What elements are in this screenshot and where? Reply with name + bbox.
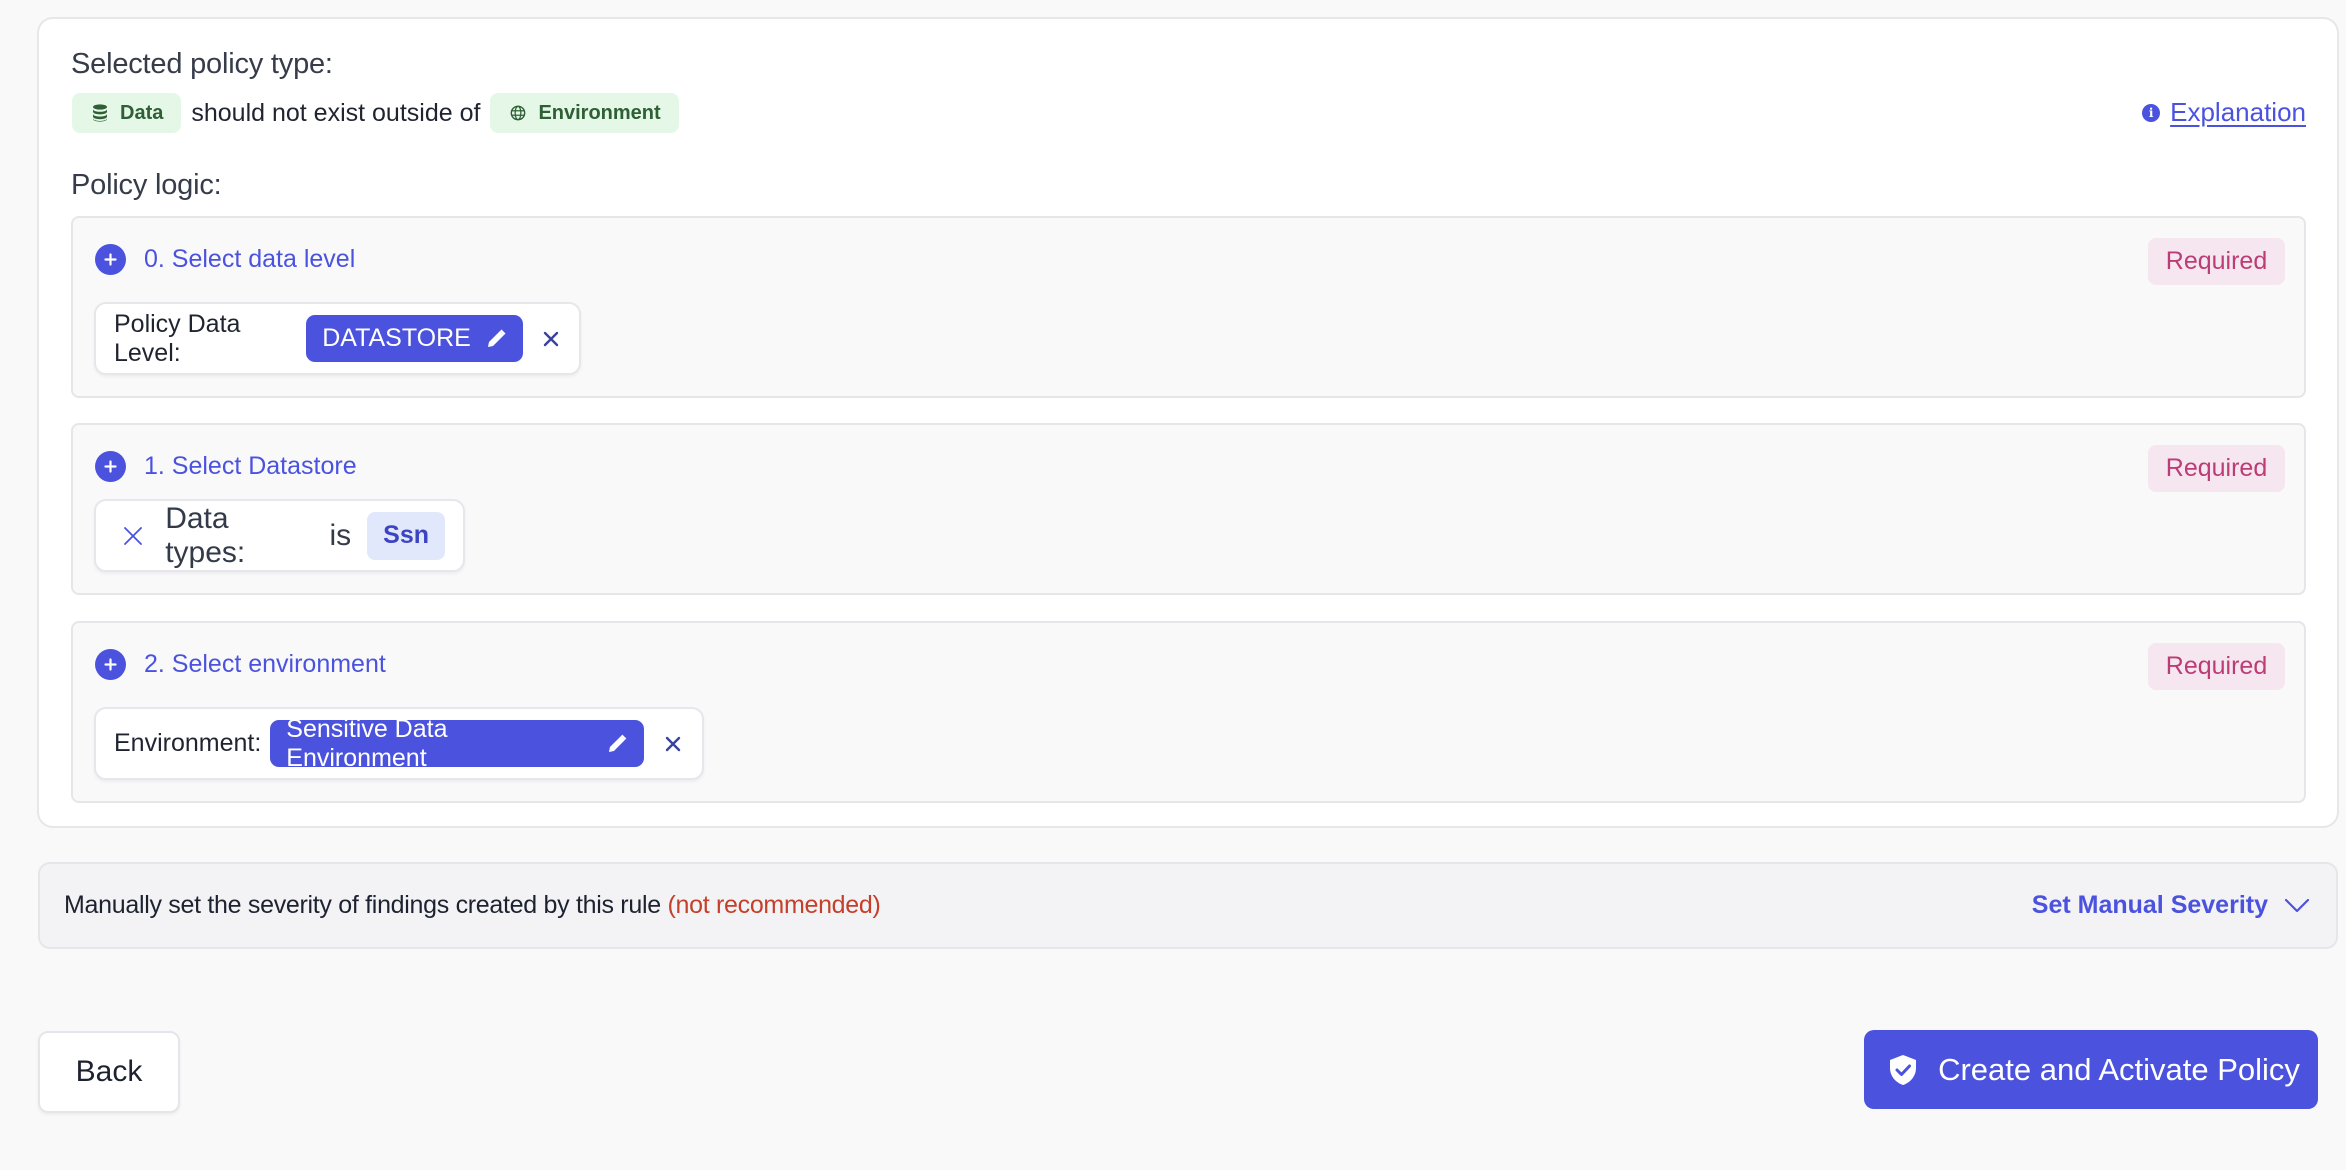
chevron-down-icon [2284,898,2310,912]
environment-pill-label: Environment [538,101,661,124]
section-title[interactable]: 2. Select environment [144,650,386,679]
required-badge: Required [2148,643,2285,690]
section-title[interactable]: 0. Select data level [144,245,355,274]
set-manual-severity-label[interactable]: Set Manual Severity [2032,891,2268,920]
environment-condition: Environment: Sensitive Data Environment [94,707,704,780]
required-badge: Required [2148,238,2285,285]
policy-summary-card: Selected policy type: Data should not ex… [37,17,2339,828]
logic-section-environment: 2. Select environment Required Environme… [71,621,2306,803]
condition-operator: is [329,518,352,552]
globe-icon [511,105,526,121]
chip-label: DATASTORE [322,324,471,352]
environment-pill: Environment [490,93,679,133]
environment-value-chip[interactable]: Sensitive Data Environment [270,715,645,772]
pencil-icon [609,734,627,752]
remove-condition-button[interactable] [662,733,684,755]
create-button-label: Create and Activate Policy [1938,1051,2300,1087]
chip-label: Sensitive Data Environment [286,714,448,772]
plus-circle-icon[interactable] [95,451,126,482]
condition-label: Environment: [114,729,262,757]
explanation-link[interactable]: Explanation [2170,97,2306,128]
remove-condition-button[interactable] [541,328,561,350]
section-title[interactable]: 1. Select Datastore [144,452,357,481]
data-level-condition: Policy Data Level: DATASTORE [94,302,581,375]
policy-type-statement: Data should not exist outside of Environ… [72,93,679,133]
selected-policy-type-heading: Selected policy type: [71,48,333,80]
set-manual-severity-toggle[interactable]: Set Manual Severity [2032,891,2310,920]
section-header[interactable]: 2. Select environment [95,649,386,680]
data-type-value-chip[interactable]: Ssn [367,511,445,560]
condition-label: Policy Data Level: [114,309,241,367]
shield-check-icon [1890,1054,1917,1085]
explanation-link-group[interactable]: i Explanation [2142,97,2306,128]
manual-severity-description: Manually set the severity of findings cr… [64,891,881,920]
section-header[interactable]: 1. Select Datastore [95,451,357,482]
severity-text: Manually set the severity of findings cr… [64,891,661,919]
remove-condition-button[interactable] [122,525,143,547]
create-and-activate-policy-button[interactable]: Create and Activate Policy [1864,1030,2318,1109]
close-icon [543,331,559,346]
manual-severity-bar: Manually set the severity of findings cr… [38,862,2338,949]
back-button[interactable]: Back [38,1031,180,1113]
close-icon [123,526,142,545]
required-badge: Required [2148,445,2285,492]
plus-circle-icon[interactable] [95,649,126,680]
database-icon [93,104,107,122]
data-pill: Data [72,93,182,133]
info-icon: i [2142,103,2161,122]
data-types-condition: Data types: is Ssn [94,499,465,572]
policy-type-connector: should not exist outside of [191,98,481,127]
data-pill-label: Data [120,101,164,124]
logic-section-datastore: 1. Select Datastore Required Data types:… [71,423,2306,595]
close-icon [665,736,681,751]
section-header[interactable]: 0. Select data level [95,244,355,275]
data-level-value-chip[interactable]: DATASTORE [306,315,523,362]
pencil-icon [487,329,506,347]
logic-section-data-level: 0. Select data level Required Policy Dat… [71,216,2306,398]
plus-circle-icon[interactable] [95,244,126,275]
condition-label: Data types: [165,501,246,569]
policy-logic-heading: Policy logic: [71,169,222,201]
severity-warning: (not recommended) [667,891,881,919]
